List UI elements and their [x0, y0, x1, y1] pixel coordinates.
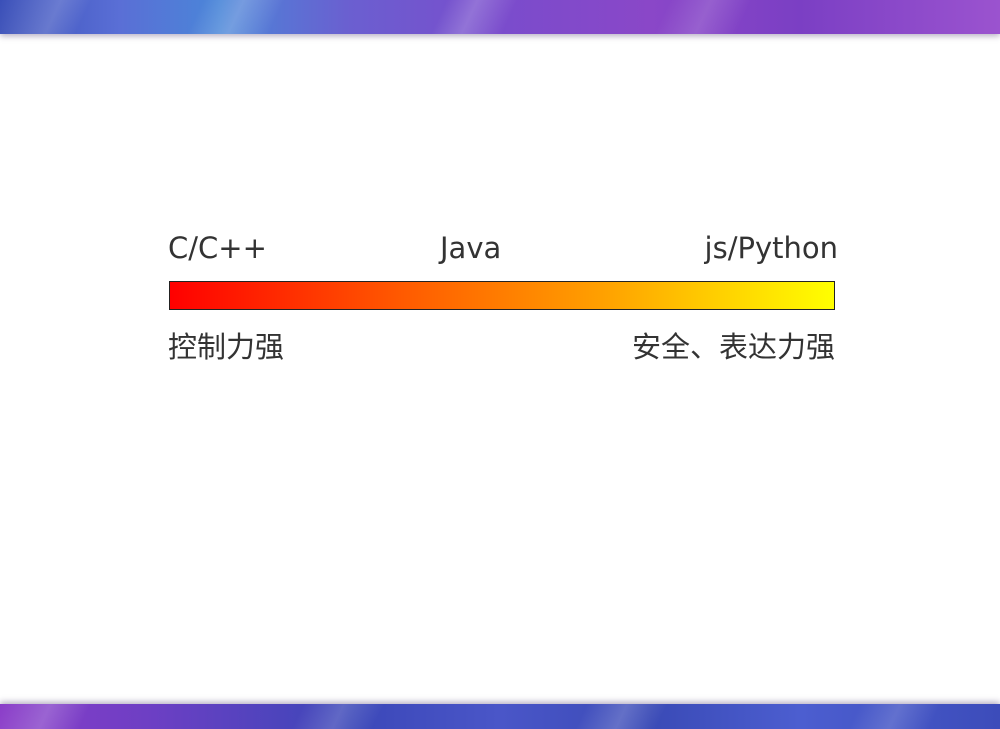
language-label-c-cpp: C/C++: [168, 231, 267, 265]
top-decorative-banner: [0, 0, 1000, 34]
language-spectrum-bar: [169, 281, 835, 310]
language-label-java: Java: [440, 231, 502, 265]
control-description: 控制力强: [168, 330, 285, 364]
safety-expressiveness-description: 安全、表达力强: [631, 330, 835, 364]
bottom-decorative-banner: [0, 704, 1000, 729]
language-label-js-python: js/Python: [704, 231, 838, 265]
